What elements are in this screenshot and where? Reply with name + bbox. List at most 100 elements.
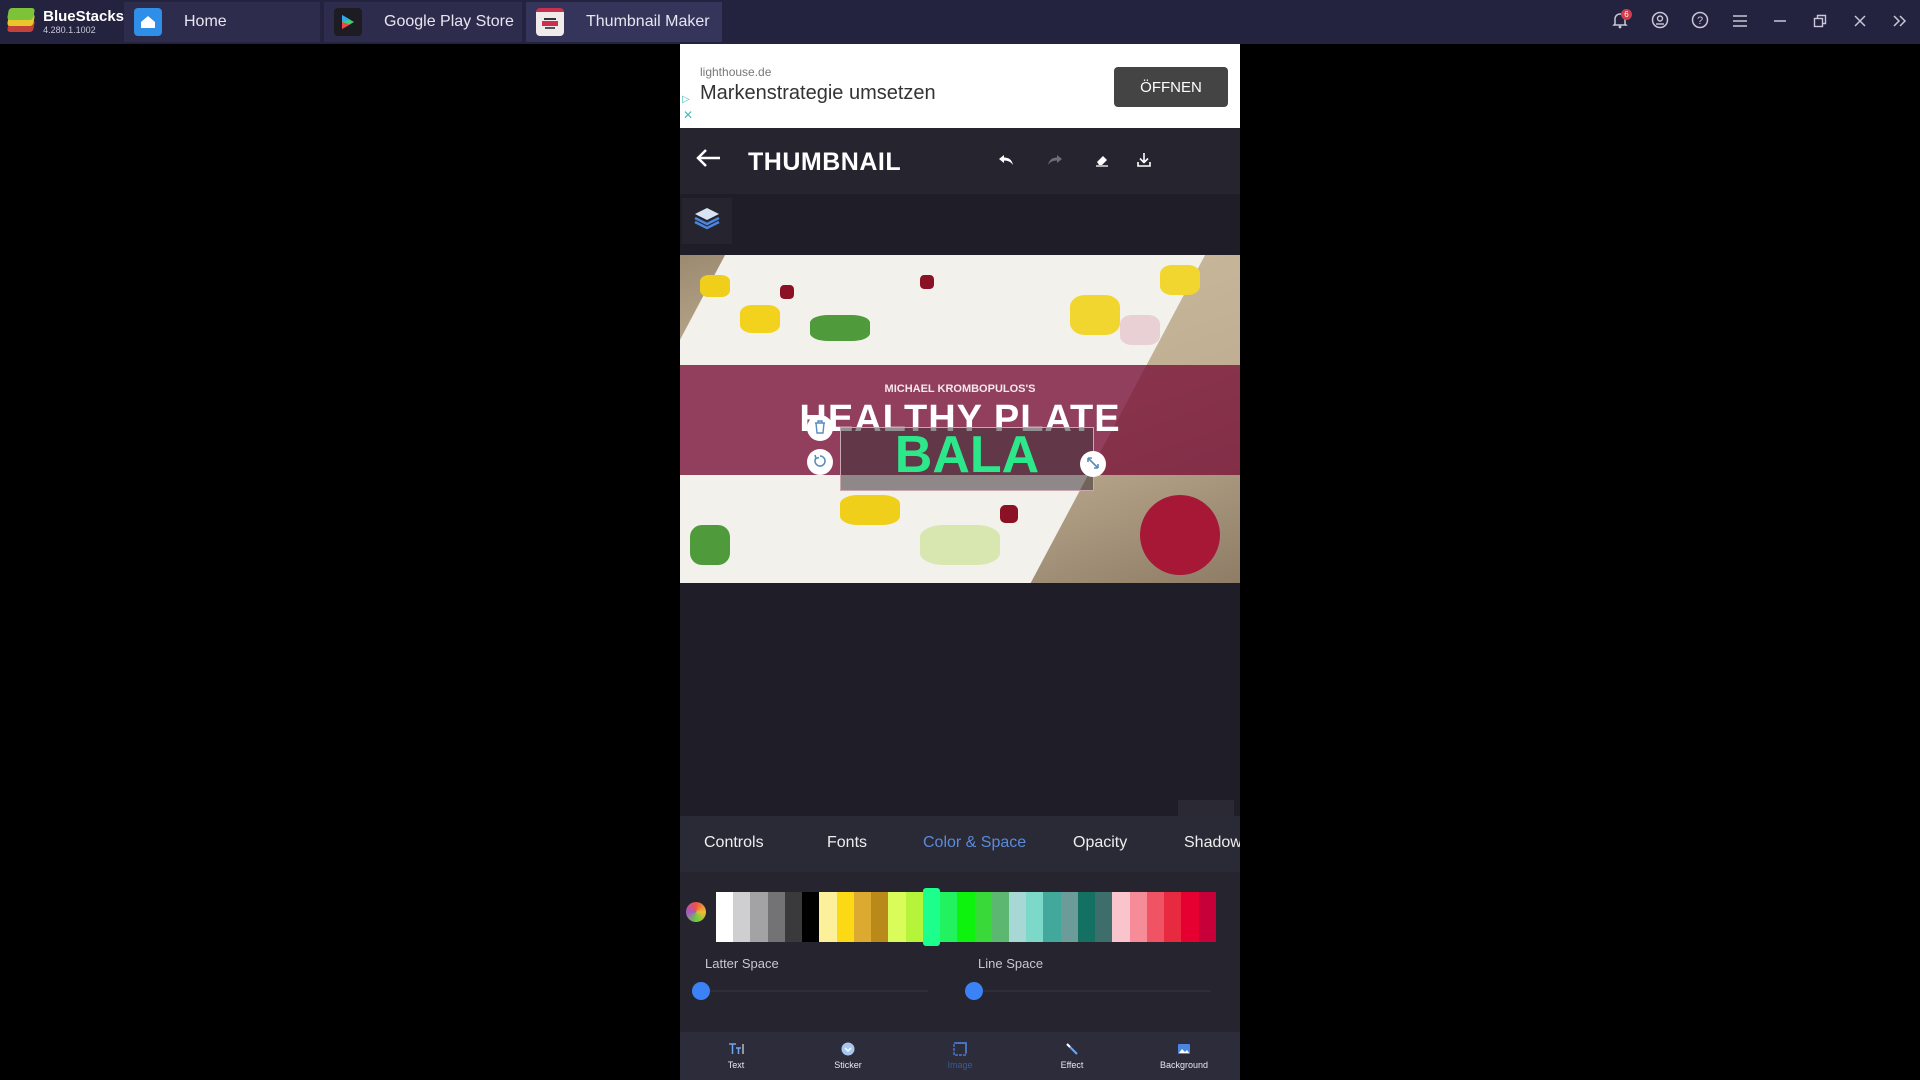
color-swatch[interactable]	[733, 892, 751, 942]
tab-home-label: Home	[184, 13, 227, 30]
ad-close-icon[interactable]: ✕	[683, 108, 693, 122]
eraser-icon[interactable]	[1090, 148, 1114, 172]
letter-space-track[interactable]	[702, 990, 928, 992]
color-swatch-selected[interactable]	[922, 888, 941, 946]
color-swatch[interactable]	[836, 892, 854, 942]
android-screen: lighthouse.de Markenstrategie umsetzen ▷…	[680, 44, 1240, 1080]
tab-fonts[interactable]: Fonts	[827, 834, 867, 852]
pomegranate-decoration	[1140, 495, 1220, 575]
ad-banner[interactable]: lighthouse.de Markenstrategie umsetzen ▷…	[680, 44, 1240, 128]
color-swatch[interactable]	[991, 892, 1009, 942]
color-swatch[interactable]	[784, 892, 803, 942]
nav-image[interactable]: Image	[904, 1032, 1016, 1080]
tab-color-space[interactable]: Color & Space	[923, 834, 1026, 852]
color-swatch[interactable]	[1198, 892, 1216, 942]
expand-sidebar-button[interactable]	[1880, 0, 1920, 44]
tab-opacity[interactable]: Opacity	[1073, 834, 1127, 852]
bluestacks-brand: BlueStacks 4.280.1.1002	[0, 0, 124, 44]
tab-shadow[interactable]: Shadow	[1184, 834, 1240, 852]
color-swatch[interactable]	[1112, 892, 1130, 942]
bluestacks-logo-icon	[6, 8, 36, 36]
color-swatch[interactable]	[716, 892, 734, 942]
close-button[interactable]	[1840, 0, 1880, 44]
color-swatch[interactable]	[767, 892, 785, 942]
tab-google-play-store[interactable]: Google Play Store	[324, 2, 522, 42]
color-swatch[interactable]	[905, 892, 923, 942]
selected-text-layer[interactable]: BALA	[840, 425, 1094, 485]
line-space-track[interactable]	[975, 990, 1211, 992]
color-swatch[interactable]	[974, 892, 992, 942]
nav-image-label: Image	[947, 1060, 973, 1070]
color-swatch[interactable]	[871, 892, 889, 942]
color-swatch[interactable]	[940, 892, 958, 942]
tab-controls[interactable]: Controls	[704, 834, 764, 852]
pomegranate-decoration	[1000, 505, 1018, 523]
color-swatch[interactable]	[802, 892, 820, 942]
text-icon	[728, 1042, 744, 1056]
tab-home[interactable]: Home	[124, 2, 320, 42]
notifications-button[interactable]: 6	[1600, 0, 1640, 44]
color-swatch[interactable]	[750, 892, 768, 942]
help-icon: ?	[1691, 11, 1709, 34]
ad-open-button[interactable]: ÖFFNEN	[1114, 67, 1228, 107]
color-swatch[interactable]	[1129, 892, 1147, 942]
menu-button[interactable]	[1720, 0, 1760, 44]
download-icon[interactable]	[1132, 148, 1156, 172]
minimize-button[interactable]	[1760, 0, 1800, 44]
account-icon	[1651, 11, 1669, 34]
delete-handle[interactable]	[807, 415, 833, 441]
food-decoration	[1160, 265, 1200, 295]
nav-text-label: Text	[727, 1060, 745, 1070]
letter-space-label: Latter Space	[705, 956, 779, 971]
nav-text[interactable]: Text	[680, 1032, 792, 1080]
ad-headline[interactable]: Markenstrategie umsetzen	[700, 82, 936, 105]
nav-effect[interactable]: Effect	[1016, 1032, 1128, 1080]
letter-space-slider[interactable]	[692, 982, 710, 1000]
canvas-subtitle[interactable]: MICHAEL KROMBOPULOS'S	[680, 383, 1240, 395]
food-decoration	[740, 305, 780, 333]
color-swatch[interactable]	[1008, 892, 1027, 942]
account-button[interactable]	[1640, 0, 1680, 44]
line-space-slider[interactable]	[965, 982, 983, 1000]
emulator-titlebar: BlueStacks 4.280.1.1002 Home Google Play…	[0, 0, 1920, 44]
layers-button[interactable]	[682, 198, 732, 244]
restore-button[interactable]	[1800, 0, 1840, 44]
nav-background[interactable]: Background	[1128, 1032, 1240, 1080]
back-arrow-icon[interactable]	[694, 144, 722, 176]
resize-handle[interactable]	[1080, 451, 1106, 477]
color-palette	[716, 888, 1216, 946]
sticker-icon	[840, 1042, 856, 1056]
color-wheel-icon[interactable]	[686, 902, 706, 922]
menu-icon	[1732, 12, 1748, 33]
color-swatch[interactable]	[1060, 892, 1078, 942]
ad-choices-icon[interactable]: ▷	[682, 94, 690, 105]
thumbnail-canvas[interactable]: MICHAEL KROMBOPULOS'S HEALTHY PLATE BALA	[680, 255, 1240, 583]
color-swatch[interactable]	[1077, 892, 1096, 942]
rotate-handle[interactable]	[807, 449, 833, 475]
color-swatch[interactable]	[1181, 892, 1199, 942]
color-swatch[interactable]	[1043, 892, 1061, 942]
undo-icon[interactable]	[994, 148, 1018, 172]
redo-icon[interactable]	[1043, 148, 1067, 172]
svg-text:?: ?	[1697, 15, 1703, 27]
color-swatch[interactable]	[853, 892, 872, 942]
color-swatch[interactable]	[957, 892, 975, 942]
basil-decoration	[810, 315, 870, 341]
color-swatch[interactable]	[1146, 892, 1165, 942]
basil-decoration	[690, 525, 730, 565]
color-swatch[interactable]	[1026, 892, 1044, 942]
tab-thumbnail-maker[interactable]: Thumbnail Maker	[526, 2, 722, 42]
color-swatch[interactable]	[888, 892, 906, 942]
close-icon	[1853, 12, 1867, 33]
color-swatch[interactable]	[1164, 892, 1182, 942]
rotate-icon	[813, 454, 827, 471]
resize-icon	[1086, 456, 1100, 473]
color-swatch[interactable]	[1095, 892, 1113, 942]
color-swatch[interactable]	[819, 892, 837, 942]
nav-sticker[interactable]: Sticker	[792, 1032, 904, 1080]
brand-name: BlueStacks	[43, 8, 124, 25]
magic-wand-icon	[1064, 1042, 1080, 1056]
app-bar: THUMBNAIL	[680, 128, 1240, 194]
tab-play-label: Google Play Store	[384, 13, 514, 30]
help-button[interactable]: ?	[1680, 0, 1720, 44]
